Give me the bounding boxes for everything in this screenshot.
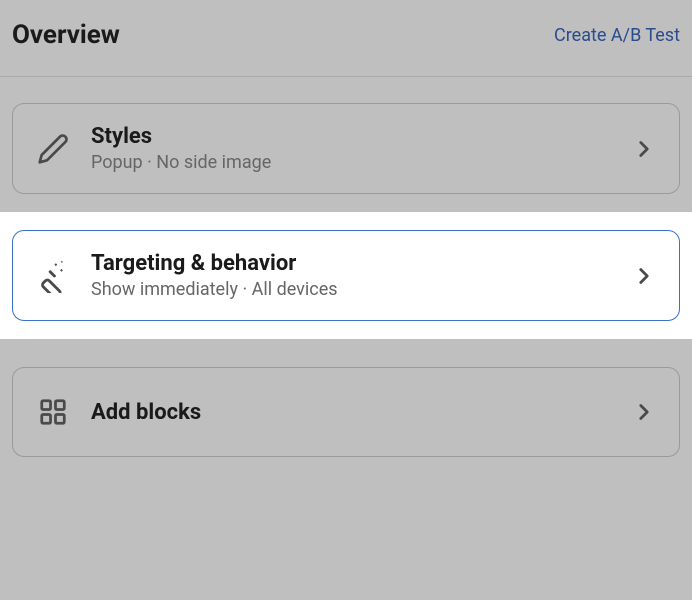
- highlight-section: Targeting & behavior Show immediately · …: [0, 212, 692, 339]
- add-blocks-card-body: Add blocks: [71, 400, 631, 425]
- page-title: Overview: [12, 20, 120, 50]
- blocks-icon: [35, 394, 71, 430]
- targeting-card-title: Targeting & behavior: [91, 251, 631, 276]
- create-ab-test-link[interactable]: Create A/B Test: [554, 25, 680, 46]
- targeting-card-subtitle: Show immediately · All devices: [91, 279, 631, 300]
- content-area: Styles Popup · No side image Targeting &…: [0, 77, 692, 469]
- targeting-card-body: Targeting & behavior Show immediately · …: [71, 251, 631, 300]
- chevron-right-icon: [631, 136, 657, 162]
- styles-card-title: Styles: [91, 124, 631, 149]
- chevron-right-icon: [631, 399, 657, 425]
- styles-card-body: Styles Popup · No side image: [71, 124, 631, 173]
- add-blocks-card-title: Add blocks: [91, 400, 631, 425]
- overview-header: Overview Create A/B Test: [0, 0, 692, 77]
- styles-card[interactable]: Styles Popup · No side image: [12, 103, 680, 194]
- add-blocks-card[interactable]: Add blocks: [12, 367, 680, 457]
- pencil-icon: [35, 131, 71, 167]
- chevron-right-icon: [631, 263, 657, 289]
- magic-wand-icon: [35, 258, 71, 294]
- targeting-card[interactable]: Targeting & behavior Show immediately · …: [12, 230, 680, 321]
- styles-card-subtitle: Popup · No side image: [91, 152, 631, 173]
